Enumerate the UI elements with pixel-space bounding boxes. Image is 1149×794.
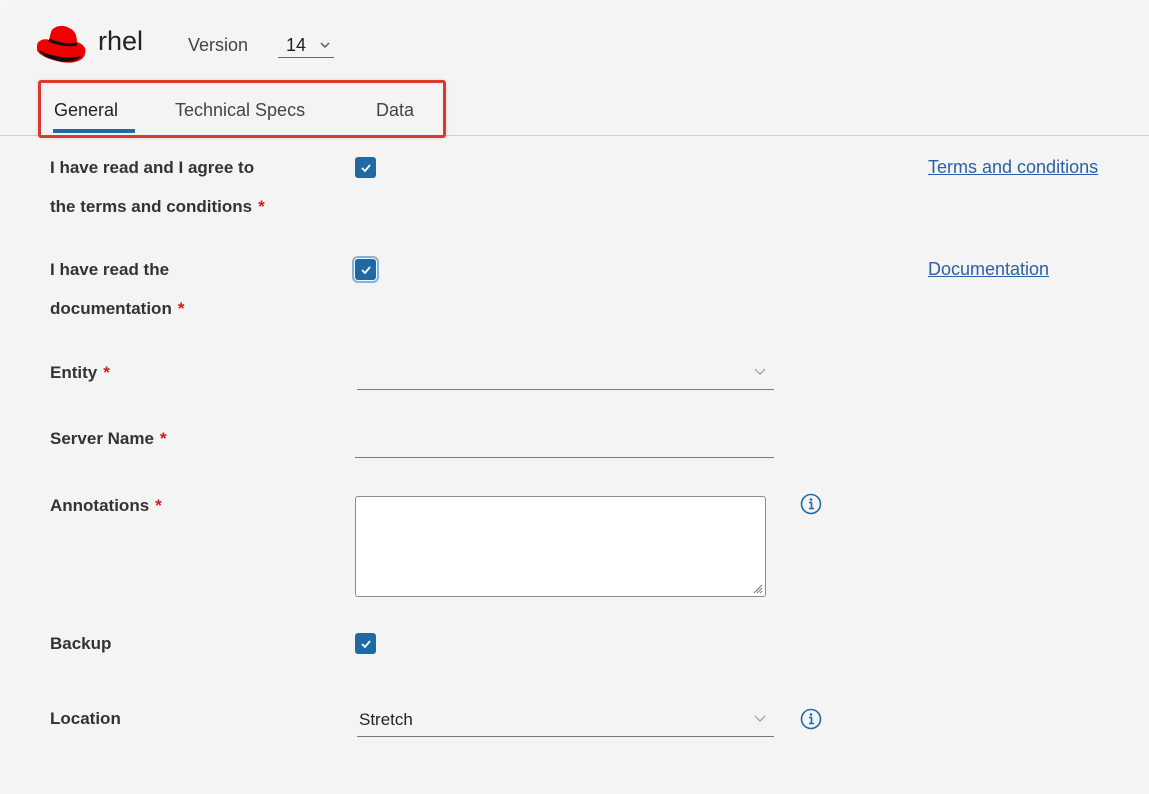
version-select[interactable]: 14 — [278, 32, 334, 58]
chevron-down-icon — [320, 32, 330, 60]
documentation-label-line1: I have read the — [50, 260, 170, 279]
entity-label: Entity * — [50, 353, 110, 392]
resize-handle-icon[interactable] — [751, 582, 763, 594]
info-icon[interactable] — [800, 708, 822, 730]
terms-and-conditions-link[interactable]: Terms and conditions — [928, 157, 1098, 178]
location-select-value: Stretch — [359, 710, 413, 729]
backup-label: Backup — [50, 634, 112, 653]
version-label: Version — [188, 35, 249, 55]
redhat-logo-icon — [33, 22, 89, 66]
location-label: Location — [50, 709, 121, 728]
documentation-label-line2: documentation — [50, 299, 172, 318]
info-icon[interactable] — [800, 493, 822, 515]
documentation-checkbox[interactable] — [352, 256, 379, 283]
required-marker: * — [177, 299, 185, 318]
server-name-label: Server Name * — [50, 419, 167, 458]
server-name-label-text: Server Name — [50, 429, 154, 448]
entity-select[interactable] — [357, 360, 774, 390]
terms-label: I have read and I agree to the terms and… — [50, 148, 265, 226]
required-marker: * — [159, 429, 167, 448]
entity-label-text: Entity — [50, 363, 98, 382]
server-name-input[interactable] — [355, 428, 774, 458]
terms-checkbox[interactable] — [355, 157, 376, 178]
annotations-textarea[interactable] — [355, 496, 766, 597]
chevron-down-icon — [754, 364, 766, 382]
documentation-label: I have read the documentation * — [50, 250, 184, 328]
check-icon — [360, 163, 371, 172]
tabs-highlight-box — [38, 80, 446, 138]
version-value: 14 — [286, 35, 307, 55]
required-marker: * — [155, 496, 162, 515]
required-marker: * — [258, 197, 265, 216]
check-icon — [360, 265, 371, 274]
required-marker: * — [103, 363, 110, 382]
documentation-link[interactable]: Documentation — [928, 259, 1049, 280]
terms-label-line2: the terms and conditions — [50, 197, 253, 216]
annotations-label-text: Annotations — [50, 496, 150, 515]
terms-label-line1: I have read and I agree to — [50, 158, 255, 177]
backup-checkbox[interactable] — [355, 633, 376, 654]
location-select[interactable]: Stretch — [357, 705, 774, 737]
annotations-label: Annotations * — [50, 486, 162, 525]
app-name: rhel — [98, 26, 144, 56]
chevron-down-icon — [754, 711, 766, 729]
check-icon — [360, 639, 371, 648]
